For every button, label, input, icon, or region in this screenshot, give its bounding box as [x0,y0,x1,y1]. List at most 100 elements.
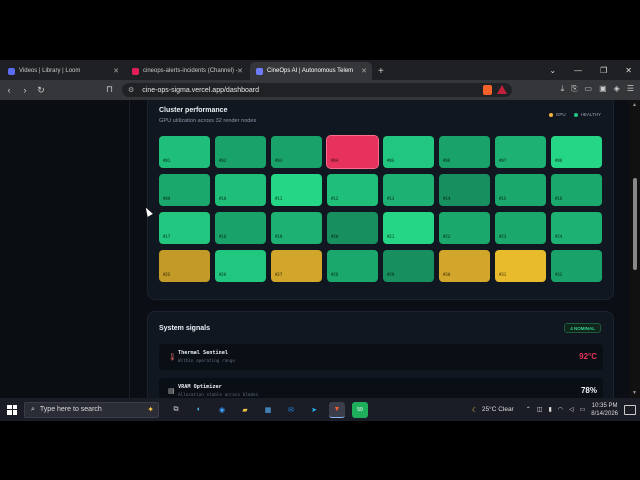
menu-icon[interactable]: ☰ [627,84,634,94]
node-tile[interactable]: #27 [271,250,322,282]
node-tile[interactable]: #09 [159,174,210,206]
tab-cineops[interactable]: CineOps AI | Autonomous Telem ✕ [250,62,372,80]
edge-icon[interactable]: ◉ [214,402,230,418]
notifications-icon[interactable] [624,404,636,415]
file-explorer-icon[interactable]: ▰ [237,402,253,418]
node-tile[interactable]: #10 [215,174,266,206]
chevron-up-icon[interactable]: ⌃ [526,406,531,413]
network-icon[interactable]: ◫ [537,406,543,413]
vpn-icon[interactable]: ◈ [614,84,620,94]
scrollbar-thumb[interactable] [633,178,637,270]
url-text: cine-ops-sigma.vercel.app/dashboard [142,86,260,94]
minimize-icon[interactable]: — [574,66,582,75]
node-tile[interactable]: #15 [495,174,546,206]
node-tile[interactable]: #31 [495,250,546,282]
node-tile[interactable]: #05 [383,136,434,168]
weather-text: 25°C Clear [481,406,514,413]
forward-icon[interactable]: › [18,85,32,95]
node-label: #28 [331,272,339,277]
brave-rewards-icon[interactable] [497,85,507,94]
node-tile[interactable]: #19 [271,212,322,244]
node-label: #21 [387,234,395,239]
outlook-icon[interactable]: ✉ [283,402,299,418]
browser-toolbar: ‹ › ↻ ⊓ ⚙ cine-ops-sigma.vercel.app/dash… [0,80,640,100]
start-button[interactable] [0,404,24,415]
usb-icon[interactable]: ▮ [548,406,551,413]
address-bar[interactable]: ⚙ cine-ops-sigma.vercel.app/dashboard [122,83,512,97]
tab-loom[interactable]: Videos | Library | Loom ✕ [2,62,124,80]
page-scrollbar[interactable]: ▲ ▼ [630,100,640,398]
wallet-icon[interactable]: ▣ [599,84,607,94]
loom-icon [8,67,15,75]
node-tile[interactable]: #08 [551,136,602,168]
node-tile[interactable]: #13 [383,174,434,206]
node-tile[interactable]: #30 [439,250,490,282]
node-label: #13 [387,196,395,201]
clock[interactable]: 10:35 PM 8/14/2026 [591,402,618,418]
node-tile[interactable]: #02 [215,136,266,168]
sidebar-toggle-icon[interactable]: ▭ [585,84,593,94]
node-tile[interactable]: #22 [439,212,490,244]
new-tab-button[interactable]: + [378,62,384,80]
brave-shields-icon[interactable] [483,85,492,95]
node-tile[interactable]: #01 [159,136,210,168]
node-tile[interactable]: #04 [326,135,379,169]
node-tile[interactable]: #03 [271,136,322,168]
node-tile[interactable]: #29 [383,250,434,282]
node-tile[interactable]: #20 [327,212,378,244]
close-icon[interactable]: ✕ [237,67,243,75]
copilot-icon[interactable]: ◐ [191,402,207,418]
battery-icon[interactable]: ▭ [580,406,586,413]
node-tile[interactable]: #24 [551,212,602,244]
back-icon[interactable]: ‹ [2,85,16,95]
scroll-up-icon[interactable]: ▲ [632,102,637,108]
bookmark-icon[interactable]: ⊓ [106,84,113,95]
share-icon[interactable]: ⎘ [571,84,577,94]
site-info-icon[interactable]: ⚙ [128,86,134,94]
memory-icon: ▤ [168,388,175,395]
download-icon[interactable]: ⤓ [561,84,565,94]
volume-icon[interactable]: ◁ [569,406,574,413]
weather-widget[interactable]: ☾ 25°C Clear [472,406,514,414]
signal-value: 92°C [579,352,597,361]
browser-tab-strip: Videos | Library | Loom ✕ cineops-alerts… [0,60,640,80]
node-tile[interactable]: #18 [215,212,266,244]
node-tile[interactable]: #12 [327,174,378,206]
close-icon[interactable]: ✕ [113,67,119,75]
store-icon[interactable]: ▦ [260,402,276,418]
telegram-icon[interactable]: ➤ [306,402,322,418]
node-tile[interactable]: #16 [551,174,602,206]
task-view-icon[interactable]: ⧉ [168,402,184,418]
wifi-icon[interactable]: ◠ [558,406,563,413]
node-label: #02 [219,158,227,163]
scroll-down-icon[interactable]: ▼ [632,390,637,396]
signal-row-thermal[interactable]: 🌡 Thermal Sentinel Within operating rang… [159,344,603,370]
panel-title: System signals [159,325,210,332]
signal-row-vram[interactable]: ▤ VRAM Optimizer Allocation stable acros… [159,378,603,398]
legend-dot [548,112,553,117]
node-tile[interactable]: #23 [495,212,546,244]
node-tile[interactable]: #11 [271,174,322,206]
close-window-icon[interactable]: ✕ [625,66,632,75]
cineops-icon [256,67,263,75]
node-tile[interactable]: #28 [327,250,378,282]
tab-search-icon[interactable]: ⌄ [549,66,556,75]
whatsapp-icon[interactable]: 59 [352,401,368,418]
node-label: #08 [555,158,563,163]
maximize-icon[interactable]: ❐ [600,66,607,75]
legend-item-healthy: HEALTHY [573,112,601,117]
node-tile[interactable]: #07 [495,136,546,168]
close-icon[interactable]: ✕ [361,67,367,75]
node-tile[interactable]: #25 [159,250,210,282]
tab-slack[interactable]: cineops-alerts-incidents (Channel) - ✕ [126,62,248,80]
node-tile[interactable]: #14 [439,174,490,206]
node-label: #05 [387,158,395,163]
reload-icon[interactable]: ↻ [34,85,48,96]
brave-icon[interactable]: ▼ [329,401,345,418]
node-tile[interactable]: #17 [159,212,210,244]
node-tile[interactable]: #26 [215,250,266,282]
node-tile[interactable]: #32 [551,250,602,282]
taskbar-search[interactable]: ⌕ Type here to search ✦ [24,401,159,418]
node-tile[interactable]: #21 [383,212,434,244]
node-tile[interactable]: #06 [439,136,490,168]
